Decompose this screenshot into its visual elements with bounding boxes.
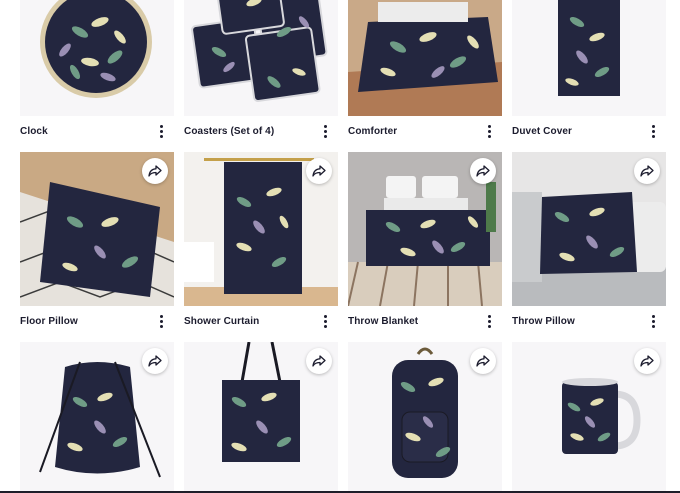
product-title[interactable]: Comforter — [348, 126, 397, 137]
share-arrow-icon[interactable] — [306, 348, 332, 374]
product-card-tote-bag[interactable] — [184, 342, 338, 493]
product-caption: Floor Pillow — [20, 312, 174, 330]
product-card-drawstring-bag[interactable] — [20, 342, 174, 493]
share-arrow-icon[interactable] — [470, 158, 496, 184]
product-card-shower-curtain[interactable]: Shower Curtain — [184, 152, 338, 328]
product-image[interactable] — [512, 0, 666, 116]
share-arrow-icon[interactable] — [634, 348, 660, 374]
kebab-menu-icon[interactable] — [154, 313, 168, 329]
product-image[interactable] — [348, 0, 502, 116]
product-caption: Comforter — [348, 122, 502, 140]
product-card-backpack[interactable] — [348, 342, 502, 493]
duvet-cover-image — [512, 0, 666, 116]
product-image[interactable] — [20, 152, 174, 306]
product-image[interactable] — [184, 152, 338, 306]
kebab-menu-icon[interactable] — [646, 123, 660, 139]
product-caption: Throw Pillow — [512, 312, 666, 330]
product-title[interactable]: Coasters (Set of 4) — [184, 126, 274, 137]
product-image[interactable] — [512, 342, 666, 493]
product-image[interactable] — [184, 0, 338, 116]
product-card-throw-blanket[interactable]: Throw Blanket — [348, 152, 502, 328]
product-caption: Shower Curtain — [184, 312, 338, 330]
kebab-menu-icon[interactable] — [318, 123, 332, 139]
share-arrow-icon[interactable] — [142, 348, 168, 374]
product-image[interactable] — [184, 342, 338, 493]
product-title[interactable]: Throw Pillow — [512, 316, 575, 327]
product-card-clock[interactable]: Clock — [20, 0, 174, 138]
product-image[interactable] — [20, 0, 174, 116]
kebab-menu-icon[interactable] — [318, 313, 332, 329]
kebab-menu-icon[interactable] — [482, 313, 496, 329]
product-title[interactable]: Throw Blanket — [348, 316, 418, 327]
product-caption: Clock — [20, 122, 174, 140]
product-card-coasters[interactable]: Coasters (Set of 4) — [184, 0, 338, 138]
product-caption: Coasters (Set of 4) — [184, 122, 338, 140]
product-title[interactable]: Duvet Cover — [512, 126, 572, 137]
product-card-floor-pillow[interactable]: Floor Pillow — [20, 152, 174, 328]
share-arrow-icon[interactable] — [142, 158, 168, 184]
product-title[interactable]: Floor Pillow — [20, 316, 78, 327]
kebab-menu-icon[interactable] — [154, 123, 168, 139]
kebab-menu-icon[interactable] — [482, 123, 496, 139]
share-arrow-icon[interactable] — [306, 158, 332, 184]
clock-image — [20, 0, 174, 116]
comforter-image — [348, 0, 502, 116]
product-card-mug[interactable] — [512, 342, 666, 493]
product-image[interactable] — [512, 152, 666, 306]
share-arrow-icon[interactable] — [634, 158, 660, 184]
product-title[interactable]: Shower Curtain — [184, 316, 259, 327]
product-card-comforter[interactable]: Comforter — [348, 0, 502, 138]
product-card-duvet-cover[interactable]: Duvet Cover — [512, 0, 666, 138]
product-grid: Clock Coasters (Set of 4) Comforter Duve… — [0, 0, 680, 493]
coasters-image — [184, 0, 338, 116]
product-image[interactable] — [20, 342, 174, 493]
product-caption: Throw Blanket — [348, 312, 502, 330]
product-image[interactable] — [348, 152, 502, 306]
product-image[interactable] — [348, 342, 502, 493]
product-card-throw-pillow[interactable]: Throw Pillow — [512, 152, 666, 328]
share-arrow-icon[interactable] — [470, 348, 496, 374]
product-title[interactable]: Clock — [20, 126, 48, 137]
kebab-menu-icon[interactable] — [646, 313, 660, 329]
product-caption: Duvet Cover — [512, 122, 666, 140]
